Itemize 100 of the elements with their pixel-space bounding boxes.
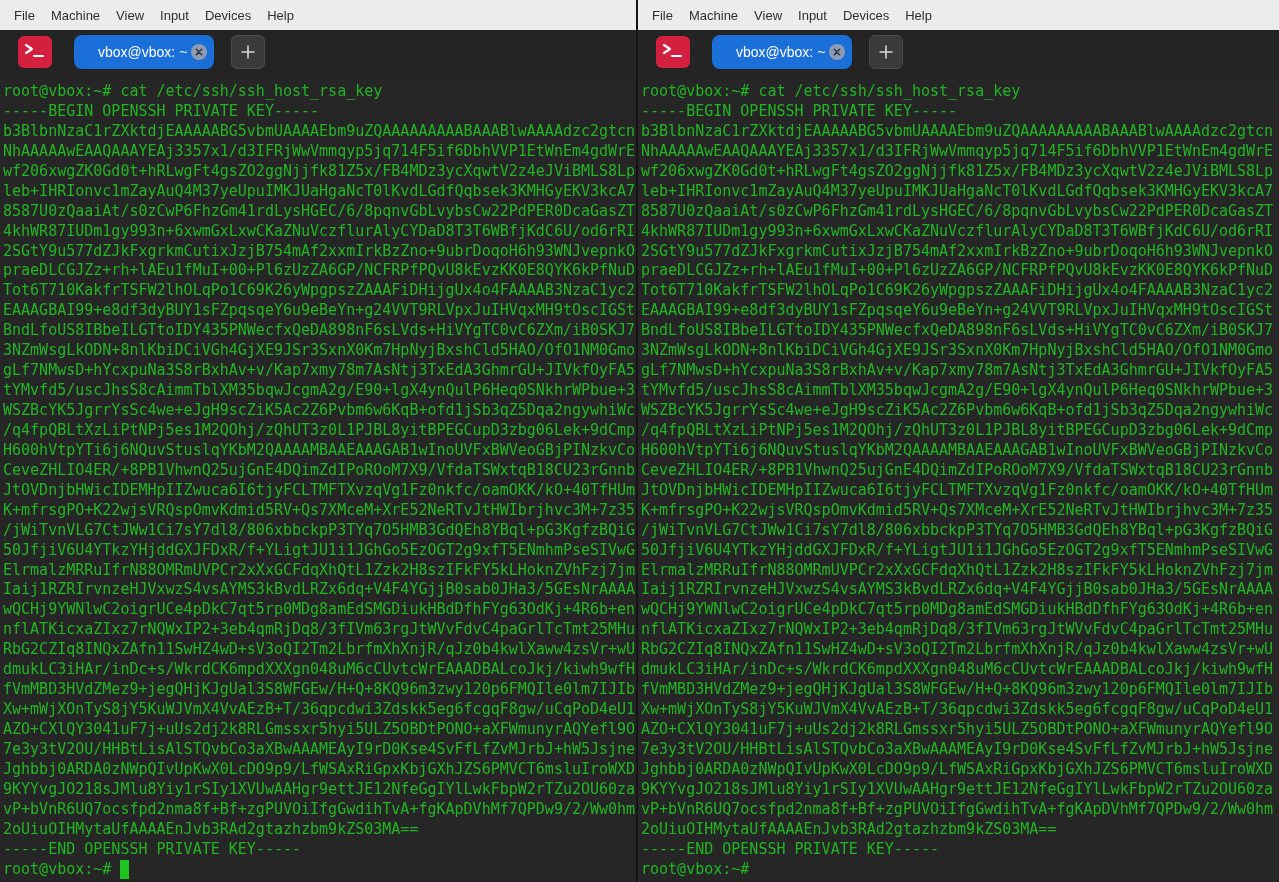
terminal-output-line: WSZBcYK5JgrrYsSc4we+eJgH9scZiK5Ac2Z6Pvbm6w6KqB+ofd1jSb3qZ5Dqa2ngywhiWc — [3, 401, 636, 421]
terminal-output-line: RbG2CZIq8INQxZAfn11SwHZ4wD+sV3oQI2Tm2LbrfmXhXnjR/qJz0b4kwlXaww4zsVr+wU — [3, 640, 636, 661]
shell-prompt: root@vbox:~# — [3, 82, 112, 102]
terminal-output-line: Tot6T710KakfrTSFW2lhOLqPo1C69K26yWpgpszZAAAFiDHijgUx4o4FAAAAB3NzaC1yc2 — [3, 281, 636, 302]
terminal-output-line: RbG2CZIq8INQxZAfn11SwHZ4wD+sV3oQI2Tm2LbrfmXhXnjR/qJz0b4kwlXaww4zsVr+wU — [641, 640, 1275, 661]
terminal-output-line: Xw+mWjXOnTyS8jY5KuWJVmX4VvAEzB+T/36qpcdwi3Zdskk5eg6fcgqF8gw/uCqPoD4eU1 — [641, 700, 1275, 720]
terminal-output-line: H600hVtpYTi6j6NQuvStuslqYKbM2QAAAAMBAAEAAAGAB1wInoUVFxBWVeoGBjPINzkvCo — [3, 440, 636, 461]
terminal-output-line: Jghbbj0ARDA0zNWpQIvUpKwX0LcDO9p9/LfWSAxRiGpxKbjGXhJZS6PMVCT6msluIroWXD — [3, 759, 636, 780]
terminal-output-line: CeveZHLIO4ER/+8PB1VhwnQ25ujGnE4DQimZdIPoROoM7X9/VfdaTSWxtqB18CU23rGnnb — [3, 460, 636, 481]
terminal-output-line: tYMvfd5/uscJhsS8cAimmTblXM35bqwJcgmA2g/E90+lgX4ynQulP6Heq0SNkhrWPbue+3 — [641, 381, 1275, 401]
menu-item[interactable]: File — [644, 4, 681, 26]
terminal-output-line: 2SGtY9u577dZJkFxgrkmCutixJzjB754mAf2xxmIrkBzZno+9ubrDoqoH6h93WNJvepnkO — [641, 241, 1275, 262]
terminal-output-line: K+mfrsgPO+K22wjsVRQspOmvKdmid5RV+Qs7XMceM+XrE52NeRTvJtHWIbrjhvc3M+7z35 — [3, 500, 636, 521]
terminal-output-line: Tot6T710KakfrTSFW2lhOLqPo1C69K26yWpgpszZAAAFiDHijgUx4o4FAAAAB3NzaC1yc2 — [641, 281, 1275, 302]
terminal-output-line: Iaij1RZRIrvnzeHJVxwzS4vsAYMS3kBvdLRZx6dq+V4F4YGjjB0sab0JHa3/5GEsNrAAAA — [641, 580, 1275, 601]
terminal-output-line: 4khWR87IUDm1gy993n+6xwmGxLxwCKaZNuVczflurAlyCYDaD8T3T6WBfjKdC6U/od6rRI — [3, 221, 636, 242]
terminal-output-line: Xw+mWjXOnTyS8jY5KuWJVmX4VvAEzB+T/36qpcdwi3Zdskk5eg6fcgqF8gw/uCqPoD4eU1 — [3, 700, 636, 720]
terminal-output-line: BndLfoUS8IBbeILGTtoIDY435PNWecfxQeDA898nF6sLVds+HiVYgTC0vC6ZXm/iB0SKJ7 — [641, 321, 1275, 342]
terminal-output-line: 7e3y3tV2OU/HHBtLisAlSTQvbCo3aXBwAAAMEAyI9rD0Kse4SvFfLfZvMJrbJ+hW5Jsjne — [3, 739, 636, 760]
terminal-output-line: leb+IHRIonvc1mZayAuQ4M37yeUpuIMKJUaHgaNcT0lKvdLGdfQqbsek3KMHGyEKV3kcA7 — [3, 181, 636, 202]
terminal-output-line: tYMvfd5/uscJhsS8cAimmTblXM35bqwJcgmA2g/E90+lgX4ynQulP6Heq0SNkhrWPbue+3 — [3, 381, 636, 401]
terminal-output-line: EAAAGBAI99+e8df3dyBUY1sFZpqsqeY6u9eBeYn+g24VVT9RLVpxJuIHVqxMH9tOscIGSt — [3, 301, 636, 322]
terminal-output-line: 3NZmWsgLkODN+8nlKbiDCiVGh4GjXE9JSr3SxnX0Km7HpNyjBxshCld5HAO/OfO1NM0Gmo — [3, 341, 636, 362]
terminal-output-line: gLf7NMwsD+hYcxpuNa3S8rBxhAv+v/Kap7xmy78m7AsNtj3TxEdA3GhmrGU+JIVkfOyFA5 — [3, 361, 636, 382]
terminal-output-line: 2oUiuOIHMytaUfAAAAEnJvb3RAd2gtazhzbm9kZS03MA== — [3, 819, 420, 840]
terminal-output-line: wf206xwgZK0Gd0t+hRLwgFt4gsZO2ggNjjfk81Z5x/FB4MDz3ycXqwtV2z4eJViBMLS8Lp — [641, 161, 1275, 182]
terminal-icon — [656, 36, 690, 68]
menu-item[interactable]: Devices — [834, 4, 898, 26]
new-tab-button[interactable] — [231, 35, 266, 69]
terminal-output-line: 4khWR87IUDm1gy993n+6xwmGxLxwCKaZNuVczflurAlyCYDaD8T3T6WBfjKdC6U/od6rRI — [641, 221, 1275, 242]
terminal-output-line: 50JfjiV6U4YTkzYHjddGXJFDxR/f+YLigtJU1i1JGhGo5EzOGT2g9xfT5ENmhmPseSIVwG — [641, 540, 1275, 561]
terminal-output-line: AZO+CXlQY3041uF7j+uUs2dj2k8RLGmssxr5hyi5ULZ5OBDtPONO+aXFWmunyrAQYefl9O — [641, 720, 1275, 740]
terminal-output-line: dmukLC3iHAr/inDc+s/WkrdCK6mpdXXXgn048uM6cCUvtcWrEAAADBALcoJkj/kiwh9wfH — [641, 660, 1275, 681]
terminal-output-line: ElrmalzMRRuIfrN88OMRmUVPCr2xXxGCFdqXhQtL1Zzk2H8szIFkFY5kLHoknZVhFzj7jm — [3, 560, 636, 581]
menu-item[interactable]: Machine — [680, 4, 747, 26]
menu-item[interactable]: Machine — [42, 4, 109, 26]
terminal-output-line: K+mfrsgPO+K22wjsVRQspOmvKdmid5RV+Qs7XMceM+XrE52NeRTvJtHWIbrjhvc3M+7z35 — [641, 500, 1275, 521]
menu-item[interactable]: View — [108, 4, 153, 26]
terminal-output-line: wQCHj9YWNlwC2oigrUCe4pDkC7qt5rp0MDg8amEdSMGDiukHBdDfhFYg63OdKj+4R6b+en — [641, 600, 1275, 621]
terminal-output-line: WSZBcYK5JgrrYsSc4we+eJgH9scZiK5Ac2Z6Pvbm6w6KqB+ofd1jSb3qZ5Dqa2ngywhiWc — [641, 401, 1275, 421]
terminal-output-line: vP+bVnR6UQ7ocsfpd2nma8f+Bf+zgPUVOiIfgGwdihTvA+fgKApDVhMf7QPDw9/2/Ww0hm — [641, 799, 1275, 820]
terminal-output-line: 7e3y3tV2OU/HHBtLisAlSTQvbCo3aXBwAAAMEAyI9rD0Kse4SvFfLfZvMJrbJ+hW5Jsjne — [641, 739, 1275, 760]
shell-prompt: root@vbox:~# — [641, 82, 750, 102]
terminal-output-line: /q4fpQBLtXzLiPtNPj5es1M2QOhj/zQhUT3z0L1PJBL8yitBPEGCupD3zbg06Lek+9dCmp — [641, 420, 1275, 441]
terminal-output-line: vP+bVnR6UQ7ocsfpd2nma8f+Bf+zgPUVOiIfgGwdihTvA+fgKApDVhMf7QPDw9/2/Ww0hm — [3, 799, 636, 820]
new-tab-button[interactable] — [869, 35, 904, 69]
terminal-output-line: ElrmalzMRRuIfrN88OMRmUVPCr2xXxGCFdqXhQtL1Zzk2H8szIFkFY5kLHoknZVhFzj7jm — [641, 560, 1275, 581]
terminal-output-line: -----END OPENSSH PRIVATE KEY----- — [3, 839, 302, 860]
menu-item[interactable]: Help — [259, 4, 302, 26]
terminal-output-line: 9KYYvgJO218sJMlu8Yiy1rSIy1XVUwAAHgr9ettJE12NfeGgIYlLwkFbpW2rTZu2OU60za — [3, 779, 636, 800]
terminal-output-line: dmukLC3iHAr/inDc+s/WkrdCK6mpdXXXgn048uM6cCUvtcWrEAAADBALcoJkj/kiwh9wfH — [3, 660, 636, 681]
terminal-output-line: fVmMBD3HVdZMez9+jegQHjKJgUal3S8WFGEw/H+Q+8KQ96m3zwy120p6FMQIle0lm7IJIb — [3, 680, 636, 701]
terminal-output-line: EAAAGBAI99+e8df3dyBUY1sFZpqsqeY6u9eBeYn+g24VVT9RLVpxJuIHVqxMH9tOscIGSt — [641, 301, 1275, 322]
command-text: cat /etc/ssh/ssh_host_rsa_key — [758, 82, 1021, 102]
terminal-output-line: -----BEGIN OPENSSH PRIVATE KEY----- — [641, 101, 959, 122]
terminal-output-line: H600hVtpYTi6j6NQuvStuslqYKbM2QAAAAMBAAEAAAGAB1wInoUVFxBWVeoGBjPINzkvCo — [641, 440, 1275, 461]
close-icon — [829, 44, 846, 60]
terminal-output-line: -----BEGIN OPENSSH PRIVATE KEY----- — [3, 101, 321, 122]
terminal-output-line: 50JfjiV6U4YTkzYHjddGXJFDxR/f+YLigtJU1i1JGhGo5EzOGT2g9xfT5ENmhmPseSIVwG — [3, 540, 636, 561]
terminal-output-line: 8587U0zQaaiAt/s0zCwP6FhzGm41rdLysHGEC/6/8pqnvGbLvybsCw22PdPER0DcaGasZT — [3, 201, 636, 222]
terminal-output-line: /jWiTvnVLG7CtJWw1Ci7sY7dl8/806xbbckpP3TYq7O5HMB3GdQEh8YBql+pG3KgfzBQiG — [3, 520, 636, 541]
terminal-output-line: 2SGtY9u577dZJkFxgrkmCutixJzjB754mAf2xxmIrkBzZno+9ubrDoqoH6h93WNJvepnkO — [3, 241, 636, 262]
menu-item[interactable]: Devices — [196, 4, 260, 26]
terminal-output-line: BndLfoUS8IBbeILGTtoIDY435PNWecfxQeDA898nF6sLVds+HiVYgTC0vC6ZXm/iB0SKJ7 — [3, 321, 636, 342]
menu-item[interactable]: File — [6, 4, 43, 26]
menu-item[interactable]: Help — [897, 4, 940, 26]
menu-item[interactable]: Input — [790, 4, 835, 26]
terminal-output-line: b3BlbnNzaC1rZXktdjEAAAAABG5vbmUAAAAEbm9uZQAAAAAAAAABAAABlwAAAAdzc2gtcn — [3, 121, 636, 142]
terminal-output-line: CeveZHLIO4ER/+8PB1VhwnQ25ujGnE4DQimZdIPoROoM7X9/VfdaTSWxtqB18CU23rGnnb — [641, 460, 1275, 481]
menu-item[interactable]: View — [746, 4, 791, 26]
terminal-output-line: wQCHj9YWNlwC2oigrUCe4pDkC7qt5rp0MDg8amEdSMGDiukHBdDfhFYg63OdKj+4R6b+en — [3, 600, 636, 621]
terminal-output-line: NhAAAAAwEAAQAAAYEAj3357x1/d3IFRjWwVmmqyp5jq714F5if6DbhVVP1EtWnEm4gdWrE — [3, 141, 636, 162]
terminal-tab[interactable]: vbox@vbox: ~ — [712, 35, 853, 69]
terminal-output-line: nflATKicxaZIxz7rNQWxIP2+3eb4qmRjDq8/3fIVm63rgJtWVvFdvC4paGrlTcTmt25MHu — [3, 620, 636, 641]
terminal-output-line: leb+IHRIonvc1mZayAuQ4M37yeUpuIMKJUaHgaNcT0lKvdLGdfQqbsek3KMHGyEKV3kcA7 — [641, 181, 1275, 202]
terminal-output-line: 3NZmWsgLkODN+8nlKbiDCiVGh4GjXE9JSr3SxnX0Km7HpNyjBxshCld5HAO/OfO1NM0Gmo — [641, 341, 1275, 362]
terminal-output-line: -----END OPENSSH PRIVATE KEY----- — [641, 839, 940, 860]
terminal-output-line: 9KYYvgJO218sJMlu8Yiy1rSIy1XVUwAAHgr9ettJE12NfeGgIYlLwkFbpW2rTZu2OU60za — [641, 779, 1275, 800]
terminal-output-line: wf206xwgZK0Gd0t+hRLwgFt4gsZO2ggNjjfk81Z5x/FB4MDz3ycXqwtV2z4eJViBMLS8Lp — [3, 161, 636, 182]
terminal-output-line: /jWiTvnVLG7CtJWw1Ci7sY7dl8/806xbbckpP3TYq7O5HMB3GdQEh8YBql+pG3KgfzBQiG — [641, 520, 1275, 541]
plus-icon — [879, 45, 894, 59]
terminal-output-line: gLf7NMwsD+hYcxpuNa3S8rBxhAv+v/Kap7xmy78m7AsNtj3TxEdA3GhmrGU+JIVkfOyFA5 — [641, 361, 1275, 382]
terminal-output-line: nflATKicxaZIxz7rNQWxIP2+3eb4qmRjDq8/3fIVm63rgJtWVvFdvC4paGrlTcTmt25MHu — [641, 620, 1275, 641]
terminal-icon — [18, 36, 52, 68]
menu-item[interactable]: Input — [152, 4, 197, 26]
terminal-output-line: AZO+CXlQY3041uF7j+uUs2dj2k8RLGmssxr5hyi5ULZ5OBDtPONO+aXFWmunyrAQYefl9O — [3, 720, 636, 740]
terminal-output-line: praeDLCGJZz+rh+lAEu1fMuI+00+Pl6zUzZA6GP/NCFRPfPQvU8kEvzKK0E8QYK6kPfNuD — [641, 261, 1275, 282]
terminal-output-line: 2oUiuOIHMytaUfAAAAEnJvb3RAd2gtazhzbm9kZS03MA== — [641, 819, 1058, 840]
terminal-output-line: JtOVDnjbHWicIDEMHpIIZwuca6I6tjyFCLTMFTXvzqVg1Fz0nkfc/oamOKK/kO+40TfHUm — [641, 480, 1275, 501]
shell-prompt: root@vbox:~# — [641, 859, 750, 880]
terminal-tab[interactable]: vbox@vbox: ~ — [74, 35, 215, 69]
terminal-output-line: /q4fpQBLtXzLiPtNPj5es1M2QOhj/zQhUT3z0L1PJBL8yitBPEGCupD3zbg06Lek+9dCmp — [3, 420, 636, 441]
shell-prompt: root@vbox:~# — [3, 859, 112, 880]
terminal-output-line: fVmMBD3HVdZMez9+jegQHjKJgUal3S8WFGEw/H+Q+8KQ96m3zwy120p6FMQIle0lm7IJIb — [641, 680, 1275, 701]
terminal-output-line: NhAAAAAwEAAQAAAYEAj3357x1/d3IFRjWwVmmqyp5jq714F5if6DbhVVP1EtWnEm4gdWrE — [641, 141, 1275, 162]
command-text: cat /etc/ssh/ssh_host_rsa_key — [120, 82, 383, 102]
terminal-output-line: Jghbbj0ARDA0zNWpQIvUpKwX0LcDO9p9/LfWSAxRiGpxKbjGXhJZS6PMVCT6msluIroWXD — [641, 759, 1275, 780]
terminal-output-line: b3BlbnNzaC1rZXktdjEAAAAABG5vbmUAAAAEbm9uZQAAAAAAAAABAAABlwAAAAdzc2gtcn — [641, 121, 1275, 142]
terminal-output-line: 8587U0zQaaiAt/s0zCwP6FhzGm41rdLysHGEC/6/8pqnvGbLvybsCw22PdPER0DcaGasZT — [641, 201, 1275, 222]
terminal-output-line: JtOVDnjbHWicIDEMHpIIZwuca6I6tjyFCLTMFTXvzqVg1Fz0nkfc/oamOKK/kO+40TfHUm — [3, 480, 636, 501]
